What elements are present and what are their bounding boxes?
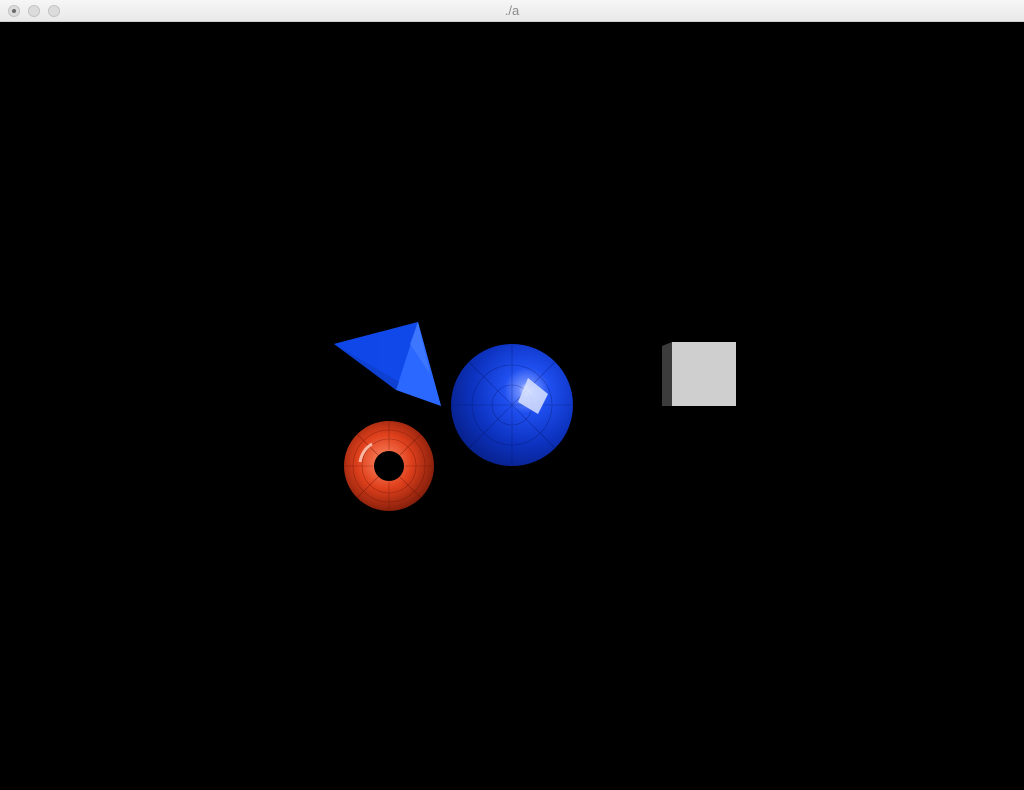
opengl-viewport[interactable] <box>0 22 1024 790</box>
torus-object <box>344 421 434 511</box>
app-window: ./a <box>0 0 1024 790</box>
window-titlebar[interactable]: ./a <box>0 0 1024 22</box>
window-title: ./a <box>504 3 520 18</box>
cone-object <box>334 322 441 406</box>
sphere-object <box>451 344 573 466</box>
cube-object <box>662 342 736 406</box>
scene-canvas <box>334 322 736 511</box>
